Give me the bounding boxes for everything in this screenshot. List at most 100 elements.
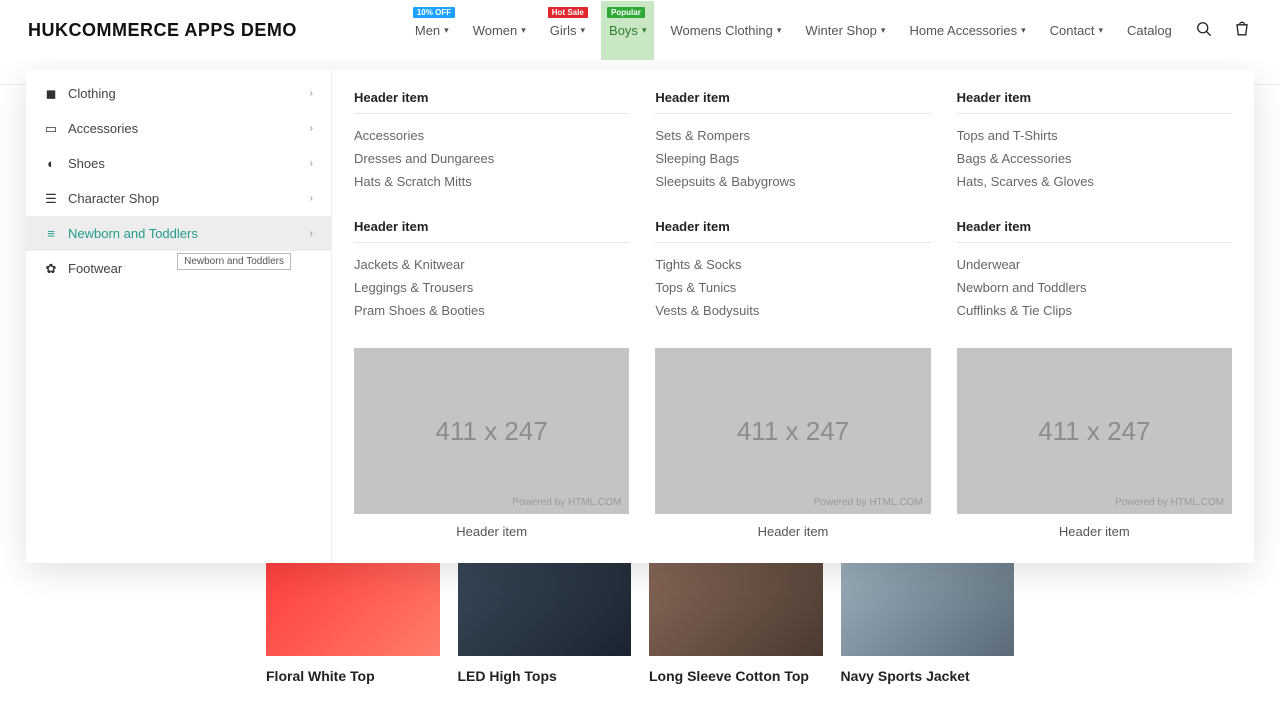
sidebar-item-label: Newborn and Toddlers — [68, 226, 198, 241]
mega-link[interactable]: Dresses and Dungarees — [354, 147, 629, 170]
mega-sidebar: ◼ Clothing › ▭ Accessories › ◐ Shoes › ☰… — [26, 70, 332, 563]
sidebar-item-label: Footwear — [68, 261, 122, 276]
product-title: Long Sleeve Cotton Top — [649, 668, 823, 684]
cart-icon[interactable] — [1232, 19, 1252, 42]
mega-column: Header item Tights & Socks Tops & Tunics… — [655, 219, 930, 322]
mega-column-header: Header item — [655, 219, 930, 243]
placeholder-text: 411 x 247 — [1038, 416, 1150, 447]
nav-winter-shop[interactable]: Winter Shop ▾ — [797, 1, 893, 60]
mega-link[interactable]: Hats, Scarves & Gloves — [957, 170, 1232, 193]
placeholder-watermark: Powered by HTML.COM — [512, 497, 621, 508]
chevron-right-icon: › — [310, 193, 313, 204]
sidebar-item-accessories[interactable]: ▭ Accessories › — [26, 111, 331, 146]
sidebar-item-label: Shoes — [68, 156, 105, 171]
mega-column-header: Header item — [354, 90, 629, 114]
mega-link[interactable]: Leggings & Trousers — [354, 276, 629, 299]
mega-promo[interactable]: 411 x 247 Powered by HTML.COM Header ite… — [957, 348, 1232, 539]
sidebar-item-footwear[interactable]: ✿ Footwear — [26, 251, 331, 286]
badge-popular: Popular — [607, 7, 645, 18]
nav-boys[interactable]: Popular Boys ▾ — [601, 1, 654, 60]
chevron-down-icon: ▾ — [881, 25, 886, 36]
newborn-icon: ≡ — [44, 227, 58, 241]
mega-link[interactable]: Underwear — [957, 253, 1232, 276]
mega-column: Header item Accessories Dresses and Dung… — [354, 90, 629, 193]
chevron-down-icon: ▾ — [1021, 25, 1026, 36]
mega-link[interactable]: Hats & Scratch Mitts — [354, 170, 629, 193]
badge-hot-sale: Hot Sale — [548, 7, 588, 18]
promo-caption: Header item — [957, 524, 1232, 539]
search-icon[interactable] — [1194, 19, 1214, 42]
nav-label: Girls — [550, 23, 577, 38]
chevron-down-icon: ▾ — [581, 25, 586, 36]
sidebar-item-label: Clothing — [68, 86, 116, 101]
accessories-icon: ▭ — [44, 122, 58, 136]
nav-women[interactable]: Women ▾ — [465, 1, 534, 60]
promo-caption: Header item — [354, 524, 629, 539]
mega-link[interactable]: Pram Shoes & Booties — [354, 299, 629, 322]
nav-home-accessories[interactable]: Home Accessories ▾ — [901, 1, 1033, 60]
mega-column-header: Header item — [957, 219, 1232, 243]
mega-link[interactable]: Jackets & Knitwear — [354, 253, 629, 276]
nav-men[interactable]: 10% OFF Men ▾ — [407, 1, 457, 60]
promo-caption: Header item — [655, 524, 930, 539]
chevron-down-icon: ▾ — [642, 25, 647, 36]
chevron-down-icon: ▾ — [444, 25, 449, 36]
placeholder-text: 411 x 247 — [737, 416, 849, 447]
sidebar-item-clothing[interactable]: ◼ Clothing › — [26, 76, 331, 111]
character-icon: ☰ — [44, 192, 58, 206]
product-title: Floral White Top — [266, 668, 440, 684]
mega-menu: ◼ Clothing › ▭ Accessories › ◐ Shoes › ☰… — [26, 70, 1254, 563]
mega-promo[interactable]: 411 x 247 Powered by HTML.COM Header ite… — [655, 348, 930, 539]
nav-label: Boys — [609, 23, 638, 38]
mega-column: Header item Sets & Rompers Sleeping Bags… — [655, 90, 930, 193]
mega-link[interactable]: Cufflinks & Tie Clips — [957, 299, 1232, 322]
mega-link[interactable]: Tops & Tunics — [655, 276, 930, 299]
sidebar-item-label: Accessories — [68, 121, 138, 136]
chevron-right-icon: › — [310, 123, 313, 134]
placeholder-image: 411 x 247 Powered by HTML.COM — [655, 348, 930, 514]
nav-girls[interactable]: Hot Sale Girls ▾ — [542, 1, 593, 60]
nav-label: Men — [415, 23, 440, 38]
chevron-down-icon: ▾ — [1098, 25, 1103, 36]
sidebar-item-shoes[interactable]: ◐ Shoes › — [26, 146, 331, 181]
nav-label: Women — [473, 23, 518, 38]
mega-column: Header item Tops and T-Shirts Bags & Acc… — [957, 90, 1232, 193]
mega-promo[interactable]: 411 x 247 Powered by HTML.COM Header ite… — [354, 348, 629, 539]
nav-label: Contact — [1050, 23, 1095, 38]
chevron-down-icon: ▾ — [521, 25, 526, 36]
product-title: LED High Tops — [458, 668, 632, 684]
nav-contact[interactable]: Contact ▾ — [1042, 1, 1111, 60]
nav-label: Catalog — [1127, 23, 1172, 38]
mega-column-header: Header item — [655, 90, 930, 114]
mega-column: Header item Underwear Newborn and Toddle… — [957, 219, 1232, 322]
mega-link[interactable]: Sleeping Bags — [655, 147, 930, 170]
main-nav: 10% OFF Men ▾ Women ▾ Hot Sale Girls ▾ P… — [407, 1, 1180, 60]
mega-link[interactable]: Bags & Accessories — [957, 147, 1232, 170]
placeholder-text: 411 x 247 — [436, 416, 548, 447]
chevron-down-icon: ▾ — [777, 25, 782, 36]
mega-link[interactable]: Tights & Socks — [655, 253, 930, 276]
nav-womens-clothing[interactable]: Womens Clothing ▾ — [662, 1, 789, 60]
chevron-right-icon: › — [310, 228, 313, 239]
clothing-icon: ◼ — [44, 87, 58, 101]
sidebar-item-character-shop[interactable]: ☰ Character Shop › — [26, 181, 331, 216]
shoes-icon: ◐ — [44, 157, 58, 171]
product-title: Navy Sports Jacket — [841, 668, 1015, 684]
placeholder-image: 411 x 247 Powered by HTML.COM — [957, 348, 1232, 514]
nav-label: Winter Shop — [805, 23, 877, 38]
mega-link[interactable]: Sets & Rompers — [655, 124, 930, 147]
badge-discount: 10% OFF — [413, 7, 455, 18]
nav-catalog[interactable]: Catalog — [1119, 1, 1180, 60]
site-logo[interactable]: HUKCOMMERCE APPS DEMO — [28, 20, 297, 41]
mega-column-header: Header item — [354, 219, 629, 243]
mega-column: Header item Jackets & Knitwear Leggings … — [354, 219, 629, 322]
mega-link[interactable]: Sleepsuits & Babygrows — [655, 170, 930, 193]
sidebar-item-newborn-toddlers[interactable]: ≡ Newborn and Toddlers › Newborn and Tod… — [26, 216, 331, 251]
mega-link[interactable]: Tops and T-Shirts — [957, 124, 1232, 147]
chevron-right-icon: › — [310, 158, 313, 169]
footwear-icon: ✿ — [44, 262, 58, 276]
mega-link[interactable]: Vests & Bodysuits — [655, 299, 930, 322]
chevron-right-icon: › — [310, 88, 313, 99]
mega-link[interactable]: Newborn and Toddlers — [957, 276, 1232, 299]
mega-link[interactable]: Accessories — [354, 124, 629, 147]
